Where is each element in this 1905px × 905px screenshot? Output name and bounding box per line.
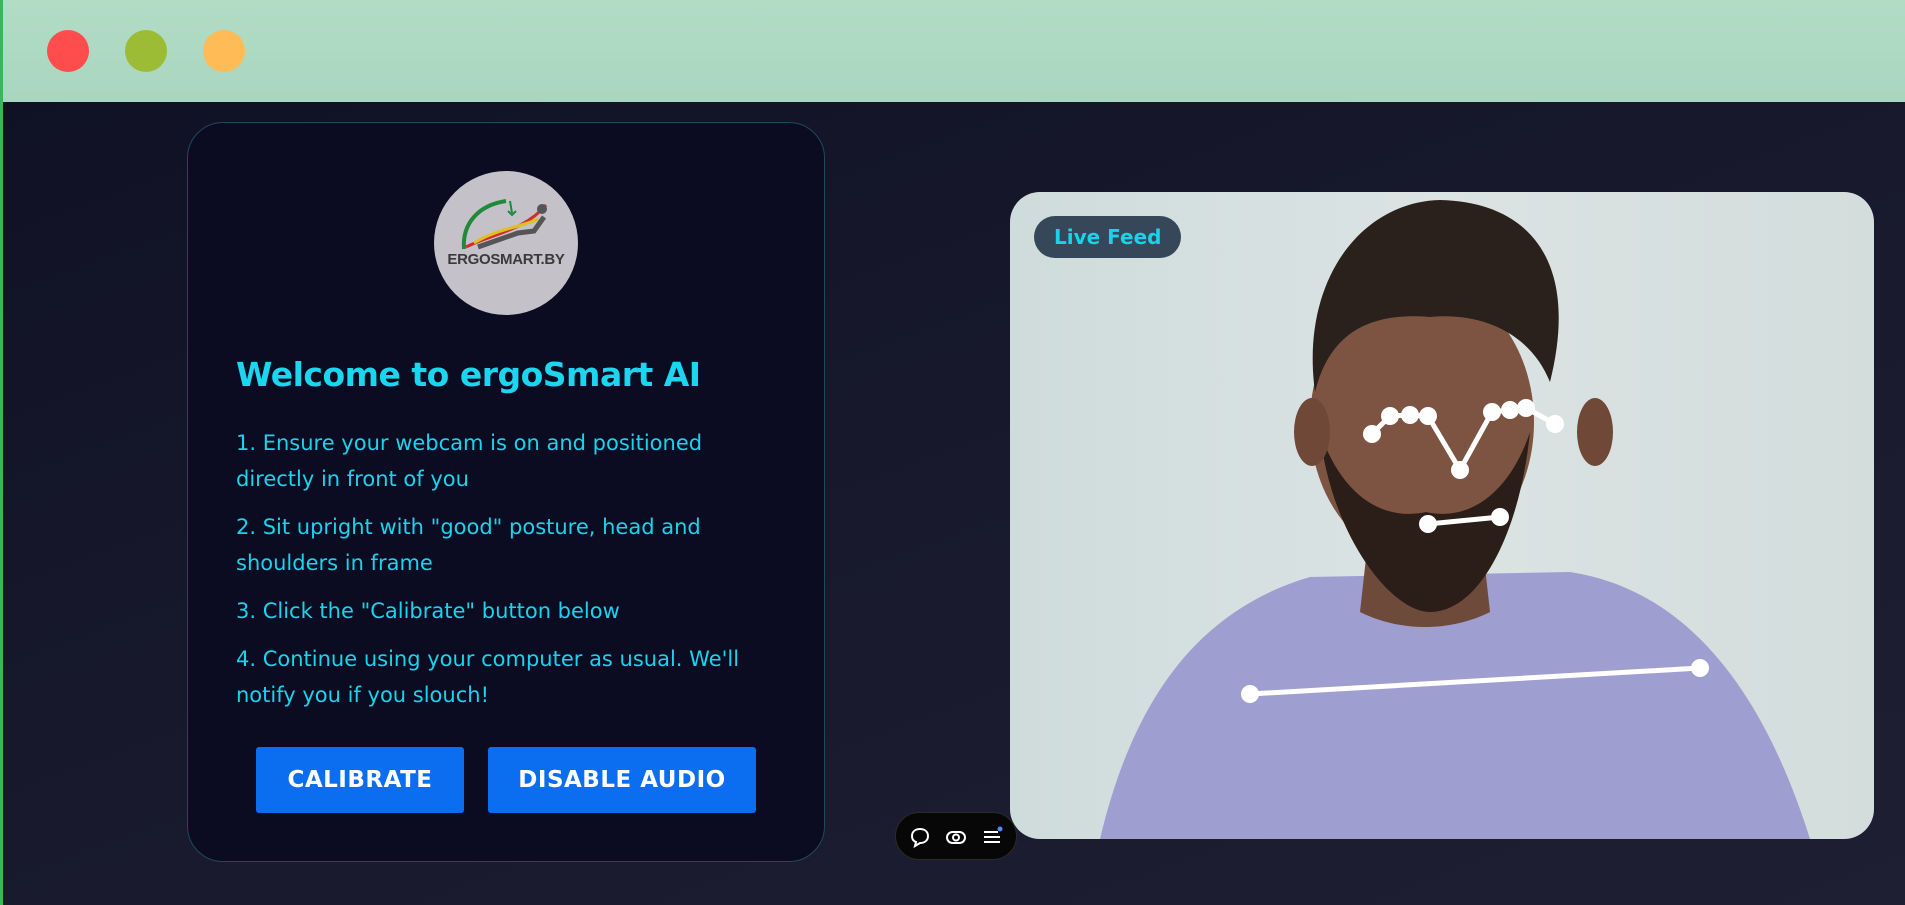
menu-icon[interactable] [980,825,1004,849]
chat-icon[interactable] [908,825,932,849]
floating-toolbar [895,812,1017,860]
instruction-step: 4. Continue using your computer as usual… [236,647,740,707]
title-bar [3,0,1905,102]
live-feed-view: Live Feed [1010,192,1874,839]
instruction-step: 1. Ensure your webcam is on and position… [236,431,703,491]
calibrate-button[interactable]: CALIBRATE [256,747,464,813]
live-feed-badge: Live Feed [1034,216,1182,258]
maximize-window-button[interactable] [203,30,245,72]
person-ear [1577,398,1613,466]
toggle-icon[interactable] [944,825,968,849]
close-window-button[interactable] [47,30,89,72]
minimize-window-button[interactable] [125,30,167,72]
chair-logo-icon [461,199,548,250]
person-ear [1294,398,1330,466]
app-window: ERGOSMART.BY Welcome to ergoSmart AI 1. … [0,0,1905,905]
instruction-list: 1. Ensure your webcam is on and position… [236,425,756,725]
disable-audio-button[interactable]: DISABLE AUDIO [488,747,756,813]
instruction-step: 3. Click the "Calibrate" button below [236,599,620,623]
ergosmart-logo: ERGOSMART.BY [434,171,578,315]
webcam-frame [1100,200,1810,839]
logo-text: ERGOSMART.BY [447,251,565,268]
welcome-card: ERGOSMART.BY Welcome to ergoSmart AI 1. … [187,122,825,862]
welcome-title: Welcome to ergoSmart AI [236,355,701,394]
instruction-step: 2. Sit upright with "good" posture, head… [236,515,701,575]
